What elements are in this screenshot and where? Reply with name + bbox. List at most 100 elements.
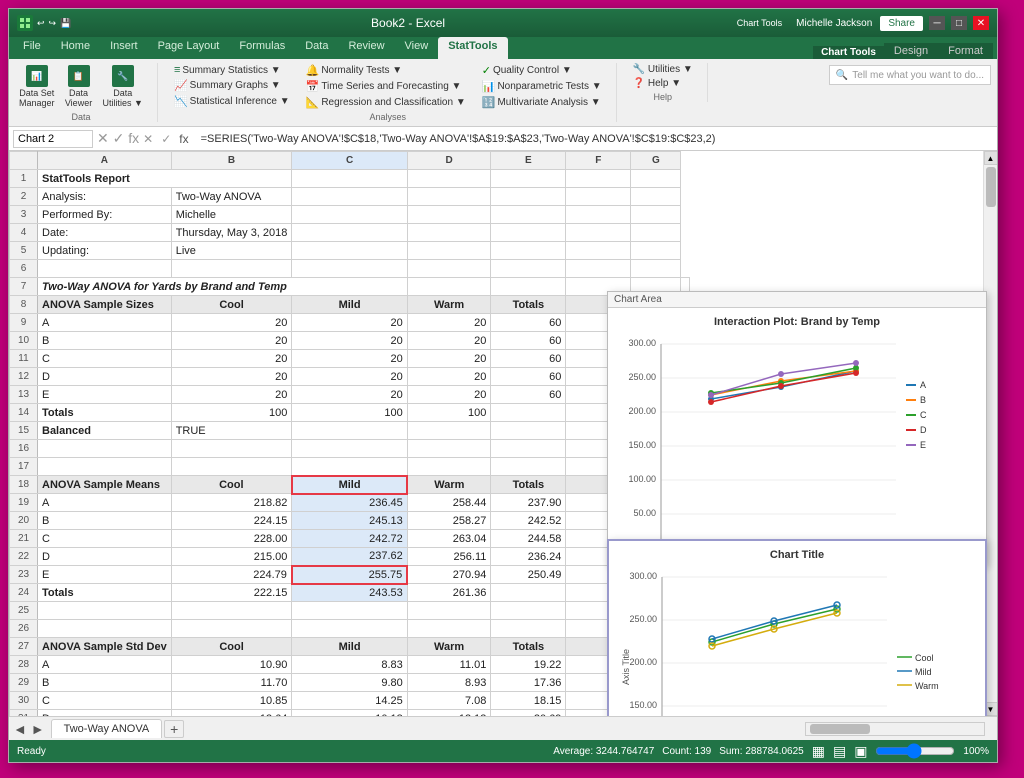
- table-row: 18 ANOVA Sample Means Cool Mild Warm Tot…: [10, 476, 690, 494]
- quality-control-btn[interactable]: ✓ Quality Control ▼: [478, 63, 606, 78]
- svg-text:Cool: Cool: [915, 653, 934, 663]
- formula-content: =SERIES('Two-Way ANOVA'!$C$18,'Two-Way A…: [193, 133, 993, 145]
- time-series-btn[interactable]: 📅 Time Series and Forecasting ▼: [302, 79, 470, 94]
- undo-btn[interactable]: ↩: [37, 18, 45, 29]
- function-btn[interactable]: fx: [179, 132, 188, 146]
- col-header-a[interactable]: A: [38, 152, 172, 170]
- tab-data[interactable]: Data: [295, 37, 338, 59]
- count-status: Count: 139: [662, 746, 711, 757]
- summary-graphs-btn[interactable]: 📈 Summary Graphs ▼: [170, 78, 294, 93]
- help-btn[interactable]: ❓ Help ▼: [629, 77, 697, 90]
- col-header-g[interactable]: G: [631, 152, 681, 170]
- col-header-f[interactable]: F: [566, 152, 631, 170]
- col-header-d[interactable]: D: [407, 152, 491, 170]
- table-row: 11 C 20 20 20 60: [10, 350, 690, 368]
- spreadsheet-grid: A B C D E F G 1 StatTools Report: [9, 151, 690, 716]
- svg-text:Mild: Mild: [915, 667, 932, 677]
- table-row: 3 Performed By: Michelle: [10, 206, 690, 224]
- tab-format[interactable]: Format: [938, 43, 993, 59]
- table-row: 25: [10, 602, 690, 620]
- tab-page-layout[interactable]: Page Layout: [148, 37, 230, 59]
- share-button[interactable]: Share: [880, 16, 923, 31]
- table-row: 24 Totals 222.15 243.53 261.36: [10, 584, 690, 602]
- tab-stattools[interactable]: StatTools: [438, 37, 507, 59]
- chart1-overlay[interactable]: Chart Area Interaction Plot: Brand by Te…: [607, 291, 987, 566]
- tab-review[interactable]: Review: [338, 37, 394, 59]
- view-page[interactable]: ▣: [854, 743, 867, 760]
- scroll-up[interactable]: ▲: [984, 151, 998, 165]
- table-row: 21 C 228.00 242.72 263.04 244.58: [10, 530, 690, 548]
- svg-text:C: C: [920, 410, 927, 420]
- help-group-label: Help: [629, 92, 697, 102]
- tab-file[interactable]: File: [13, 37, 51, 59]
- search-box[interactable]: 🔍 Tell me what you want to do...: [829, 65, 991, 85]
- chart-tools-label: Chart Tools: [813, 46, 884, 59]
- table-row: 9 A 20 20 20 60: [10, 314, 690, 332]
- view-normal[interactable]: ▦: [812, 743, 825, 760]
- table-row: 1 StatTools Report: [10, 170, 690, 188]
- cancel-formula[interactable]: ✕: [143, 132, 153, 146]
- status-bar: Ready Average: 3244.764747 Count: 139 Su…: [9, 740, 997, 762]
- sum-status: Sum: 288784.0625: [719, 746, 804, 757]
- ribbon-group-help: 🔧 Utilities ▼ ❓ Help ▼ Help: [629, 63, 708, 102]
- multivariate-btn[interactable]: 🔢 Multivariate Analysis ▼: [478, 95, 606, 110]
- statistical-inference-btn[interactable]: 📉 Statistical Inference ▼: [170, 94, 294, 109]
- table-row: 30 C 10.85 14.25 7.08 18.15: [10, 692, 690, 710]
- tab-insert[interactable]: Insert: [100, 37, 148, 59]
- summary-stats-btn[interactable]: ≡ Summary Statistics ▼: [170, 63, 294, 77]
- ribbon-tabs: FileHomeInsertPage LayoutFormulasDataRev…: [13, 37, 508, 59]
- tab-home[interactable]: Home: [51, 37, 100, 59]
- svg-text:B: B: [920, 395, 926, 405]
- ribbon-group-analyses: ≡ Summary Statistics ▼ 📈 Summary Graphs …: [170, 63, 617, 122]
- svg-text:E: E: [920, 440, 926, 450]
- table-row: 14 Totals 100 100 100: [10, 404, 690, 422]
- horizontal-scrollbar[interactable]: [805, 722, 985, 736]
- table-row: 19 A 218.82 236.45 258.44 237.90: [10, 494, 690, 512]
- redo-btn[interactable]: ↪: [49, 18, 57, 29]
- svg-text:200.00: 200.00: [629, 657, 657, 667]
- table-row: 6: [10, 260, 690, 278]
- ribbon-group-data: 📊 Data SetManager 📋 DataViewer 🔧 DataUti…: [15, 63, 158, 122]
- scroll-thumb[interactable]: [986, 167, 996, 207]
- username: Michelle Jackson: [796, 18, 872, 29]
- table-row: 4 Date: Thursday, May 3, 2018: [10, 224, 690, 242]
- zoom-slider[interactable]: [875, 745, 955, 757]
- table-row: 12 D 20 20 20 60: [10, 368, 690, 386]
- sheet-tab-two-way-anova[interactable]: Two-Way ANOVA: [51, 719, 163, 738]
- chart1-body: Interaction Plot: Brand by Temp 300.00 2…: [608, 308, 986, 565]
- table-row: 29 B 11.70 9.80 8.93 17.36: [10, 674, 690, 692]
- close-button[interactable]: ✕: [973, 16, 989, 30]
- col-header-e[interactable]: E: [491, 152, 566, 170]
- col-header-c[interactable]: C: [292, 152, 407, 170]
- svg-text:Axis Title: Axis Title: [621, 649, 631, 685]
- chart-tools-context: Chart Tools: [737, 18, 782, 28]
- tab-formulas[interactable]: Formulas: [229, 37, 295, 59]
- col-header-b[interactable]: B: [171, 152, 292, 170]
- regression-btn[interactable]: 📐 Regression and Classification ▼: [302, 95, 470, 110]
- sheet-nav[interactable]: ◄ ►: [13, 721, 45, 737]
- confirm-formula[interactable]: ✓: [161, 132, 171, 146]
- table-row: 15 Balanced TRUE: [10, 422, 690, 440]
- nonparametric-btn[interactable]: 📊 Nonparametric Tests ▼: [478, 79, 606, 94]
- data-set-manager-btn[interactable]: 📊 Data SetManager: [15, 63, 59, 110]
- tab-view[interactable]: View: [395, 37, 439, 59]
- svg-text:150.00: 150.00: [628, 440, 656, 450]
- tab-design[interactable]: Design: [884, 43, 938, 59]
- table-row: 22 D 215.00 237.62 256.11 236.24: [10, 548, 690, 566]
- data-viewer-btn[interactable]: 📋 DataViewer: [61, 63, 97, 110]
- col-header-num: [10, 152, 38, 170]
- add-sheet-button[interactable]: +: [164, 720, 184, 738]
- chart2-overlay[interactable]: Chart Title 300.00 250.00 200.00 150.00 …: [607, 539, 987, 716]
- data-utilities-btn[interactable]: 🔧 DataUtilities ▼: [99, 63, 147, 110]
- normality-tests-btn[interactable]: 🔔 Normality Tests ▼: [302, 63, 470, 78]
- quick-save[interactable]: 💾: [60, 18, 71, 29]
- name-box[interactable]: [13, 130, 93, 148]
- chart-tools-tabs: Design Format: [884, 43, 993, 59]
- utilities-btn[interactable]: 🔧 Utilities ▼: [629, 63, 697, 76]
- view-layout[interactable]: ▤: [833, 743, 846, 760]
- minimize-button[interactable]: ─: [929, 16, 945, 30]
- table-row: 7 Two-Way ANOVA for Yards by Brand and T…: [10, 278, 690, 296]
- maximize-button[interactable]: □: [951, 16, 967, 30]
- svg-text:150.00: 150.00: [629, 700, 657, 710]
- average-status: Average: 3244.764747: [553, 746, 654, 757]
